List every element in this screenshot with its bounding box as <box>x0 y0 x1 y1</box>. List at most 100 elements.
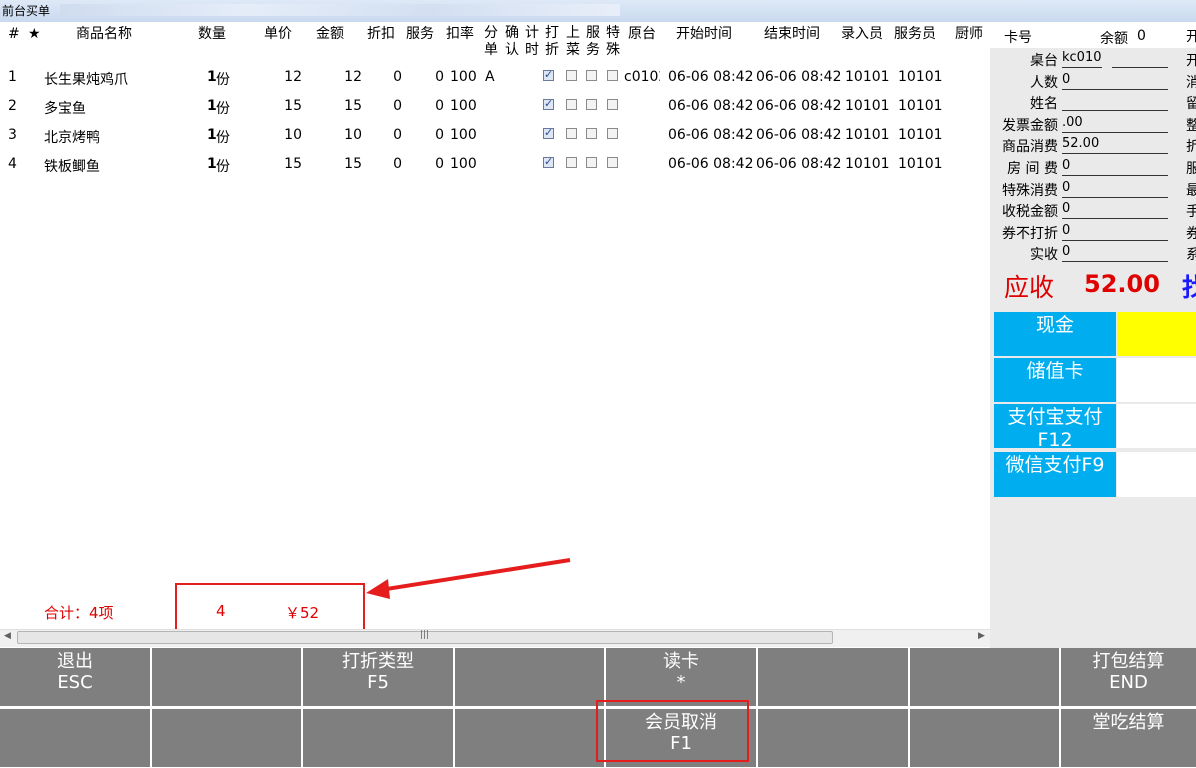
truncated-label: 手 <box>1186 204 1196 221</box>
field-value[interactable]: 0 <box>1062 158 1168 176</box>
fn-button-label <box>758 648 908 651</box>
col-amount[interactable]: 金额 <box>316 26 344 42</box>
fn-button-row1-0[interactable]: 退出 ESC <box>0 648 150 706</box>
entry-clerk: 10101 <box>845 69 890 85</box>
discount-checkbox[interactable] <box>543 68 554 81</box>
col-timing[interactable]: 计时 <box>525 25 539 59</box>
col-service-fee[interactable]: 服务 <box>586 25 600 59</box>
col-star: ★ <box>28 26 41 42</box>
scroll-right-icon[interactable]: ▶ <box>978 631 985 641</box>
change-label-cut: 找 <box>1182 273 1196 302</box>
payment-methods: 现金 储值卡 支付宝支付 F12 微信支付F9 <box>990 310 1196 500</box>
stored-value-card-button[interactable]: 储值卡 <box>994 358 1116 402</box>
wechat-pay-button[interactable]: 微信支付F9 <box>994 452 1116 497</box>
table-row[interactable]: 1 长生果炖鸡爪 12 12 0 0 100 Ac0102 06-06 08:4206-06 0… <box>0 63 990 92</box>
serve-checkbox[interactable] <box>566 157 577 168</box>
discount-value: 0 <box>393 127 402 143</box>
title-bar: 前台买单 <box>0 0 1196 23</box>
col-confirm[interactable]: 确认 <box>505 25 519 59</box>
end-time: 06-06 08:42 <box>756 98 842 114</box>
field-value[interactable]: 0 <box>1062 72 1168 90</box>
special-checkbox[interactable] <box>607 99 618 110</box>
discount-rate: 100 <box>450 127 477 143</box>
special-checkbox[interactable] <box>607 70 618 81</box>
fn-button-row1-7[interactable]: 打包结算 END <box>1061 648 1196 706</box>
col-name[interactable]: 商品名称 <box>76 26 132 42</box>
field-value[interactable]: 0 <box>1062 180 1168 198</box>
empty-fn-button-row2-6[interactable] <box>910 709 1059 767</box>
empty-fn-button-row1-3[interactable] <box>455 648 604 706</box>
table-number-field[interactable]: kc0102 <box>1062 50 1102 68</box>
service-fee-checkbox[interactable] <box>586 128 597 139</box>
unit-price: 15 <box>284 98 302 114</box>
serve-checkbox[interactable] <box>566 99 577 110</box>
serve-checkbox[interactable] <box>566 70 577 81</box>
fn-button-label: 堂吃结算 <box>1092 712 1165 733</box>
empty-fn-button-row2-0[interactable] <box>0 709 150 767</box>
field-value[interactable]: 0 <box>1062 201 1168 220</box>
table-row[interactable]: 3 北京烤鸭 10 10 0 0 100 06-06 08:42 06-06 08:42 1010… <box>0 121 990 150</box>
empty-fn-button-row2-1[interactable] <box>152 709 301 767</box>
col-split[interactable]: 分单 <box>484 25 498 59</box>
col-special[interactable]: 特殊 <box>606 25 620 59</box>
fn-button-row2-7[interactable]: 堂吃结算 <box>1061 709 1196 767</box>
col-entry-clerk[interactable]: 录入员 <box>841 26 883 42</box>
entry-clerk: 10101 <box>845 98 890 114</box>
table-row[interactable]: 2 多宝鱼 15 15 0 0 100 06-06 08:42 06-06 08:42 10101… <box>0 92 990 121</box>
card-header: 卡号 余额 0 开 <box>990 22 1196 48</box>
col-service[interactable]: 服务 <box>406 26 434 42</box>
col-start-time[interactable]: 开始时间 <box>676 26 732 42</box>
field-value[interactable]: 52.00 <box>1062 136 1168 155</box>
col-discount[interactable]: 折扣 <box>367 26 395 42</box>
service-fee-checkbox[interactable] <box>586 99 597 110</box>
empty-fn-button-row2-3[interactable] <box>455 709 604 767</box>
col-waiter[interactable]: 服务员 <box>894 26 936 42</box>
fn-button-label <box>455 648 604 651</box>
cut-header: 开 <box>1186 29 1196 45</box>
field-label: 发票金额 <box>1002 117 1058 134</box>
payment-amount-field[interactable] <box>1117 404 1196 448</box>
service-fee-checkbox[interactable] <box>586 70 597 81</box>
field-value[interactable] <box>1062 93 1168 112</box>
field-label: 商品消费 <box>1002 139 1058 156</box>
fn-button-row1-2[interactable]: 打折类型 F5 <box>303 648 453 706</box>
total-items-label: 合计：4项 <box>44 604 114 622</box>
col-end-time[interactable]: 结束时间 <box>764 26 820 42</box>
fn-button-key: ESC <box>57 672 93 693</box>
special-checkbox[interactable] <box>607 128 618 139</box>
discount-checkbox[interactable] <box>543 126 554 139</box>
payment-amount-field[interactable] <box>1117 452 1196 497</box>
empty-fn-button-row2-5[interactable] <box>758 709 908 767</box>
table-name-field[interactable] <box>1112 50 1168 68</box>
field-value[interactable]: 0 <box>1062 223 1168 241</box>
discount-checkbox[interactable] <box>543 97 554 110</box>
fn-button-key: * <box>676 672 686 693</box>
discount-rate: 100 <box>450 98 477 114</box>
col-print-discount[interactable]: 打折 <box>545 25 559 59</box>
payment-amount-field[interactable] <box>1117 358 1196 402</box>
alipay-button[interactable]: 支付宝支付 F12 <box>994 404 1116 451</box>
empty-fn-button-row1-6[interactable] <box>910 648 1059 706</box>
col-rate[interactable]: 扣率 <box>446 26 474 42</box>
payment-amount-field[interactable] <box>1117 312 1196 356</box>
empty-fn-button-row1-5[interactable] <box>758 648 908 706</box>
col-chef[interactable]: 厨师 <box>955 26 983 42</box>
special-checkbox[interactable] <box>607 157 618 168</box>
col-serve[interactable]: 上菜 <box>566 25 580 59</box>
empty-fn-button-row2-2[interactable] <box>303 709 453 767</box>
truncated-label: 服 <box>1186 161 1196 177</box>
serve-checkbox[interactable] <box>566 128 577 139</box>
col-qty[interactable]: 数量 <box>198 26 226 42</box>
field-value[interactable]: 0 <box>1062 244 1168 263</box>
field-value[interactable]: .00 <box>1062 115 1168 133</box>
field-label: 实收 <box>1030 247 1058 264</box>
col-price[interactable]: 单价 <box>264 26 292 42</box>
empty-fn-button-row1-1[interactable] <box>152 648 301 706</box>
scroll-left-icon[interactable]: ◀ <box>4 631 11 641</box>
table-row[interactable]: 4 铁板鲫鱼 15 15 0 0 100 06-06 08:42 06-06 08:42 1010… <box>0 150 990 179</box>
fn-button-row1-4[interactable]: 读卡 * <box>606 648 756 706</box>
col-origin-table[interactable]: 原台 <box>628 26 656 42</box>
discount-checkbox[interactable] <box>543 155 554 168</box>
service-fee-checkbox[interactable] <box>586 157 597 168</box>
cash-button[interactable]: 现金 <box>994 312 1116 356</box>
